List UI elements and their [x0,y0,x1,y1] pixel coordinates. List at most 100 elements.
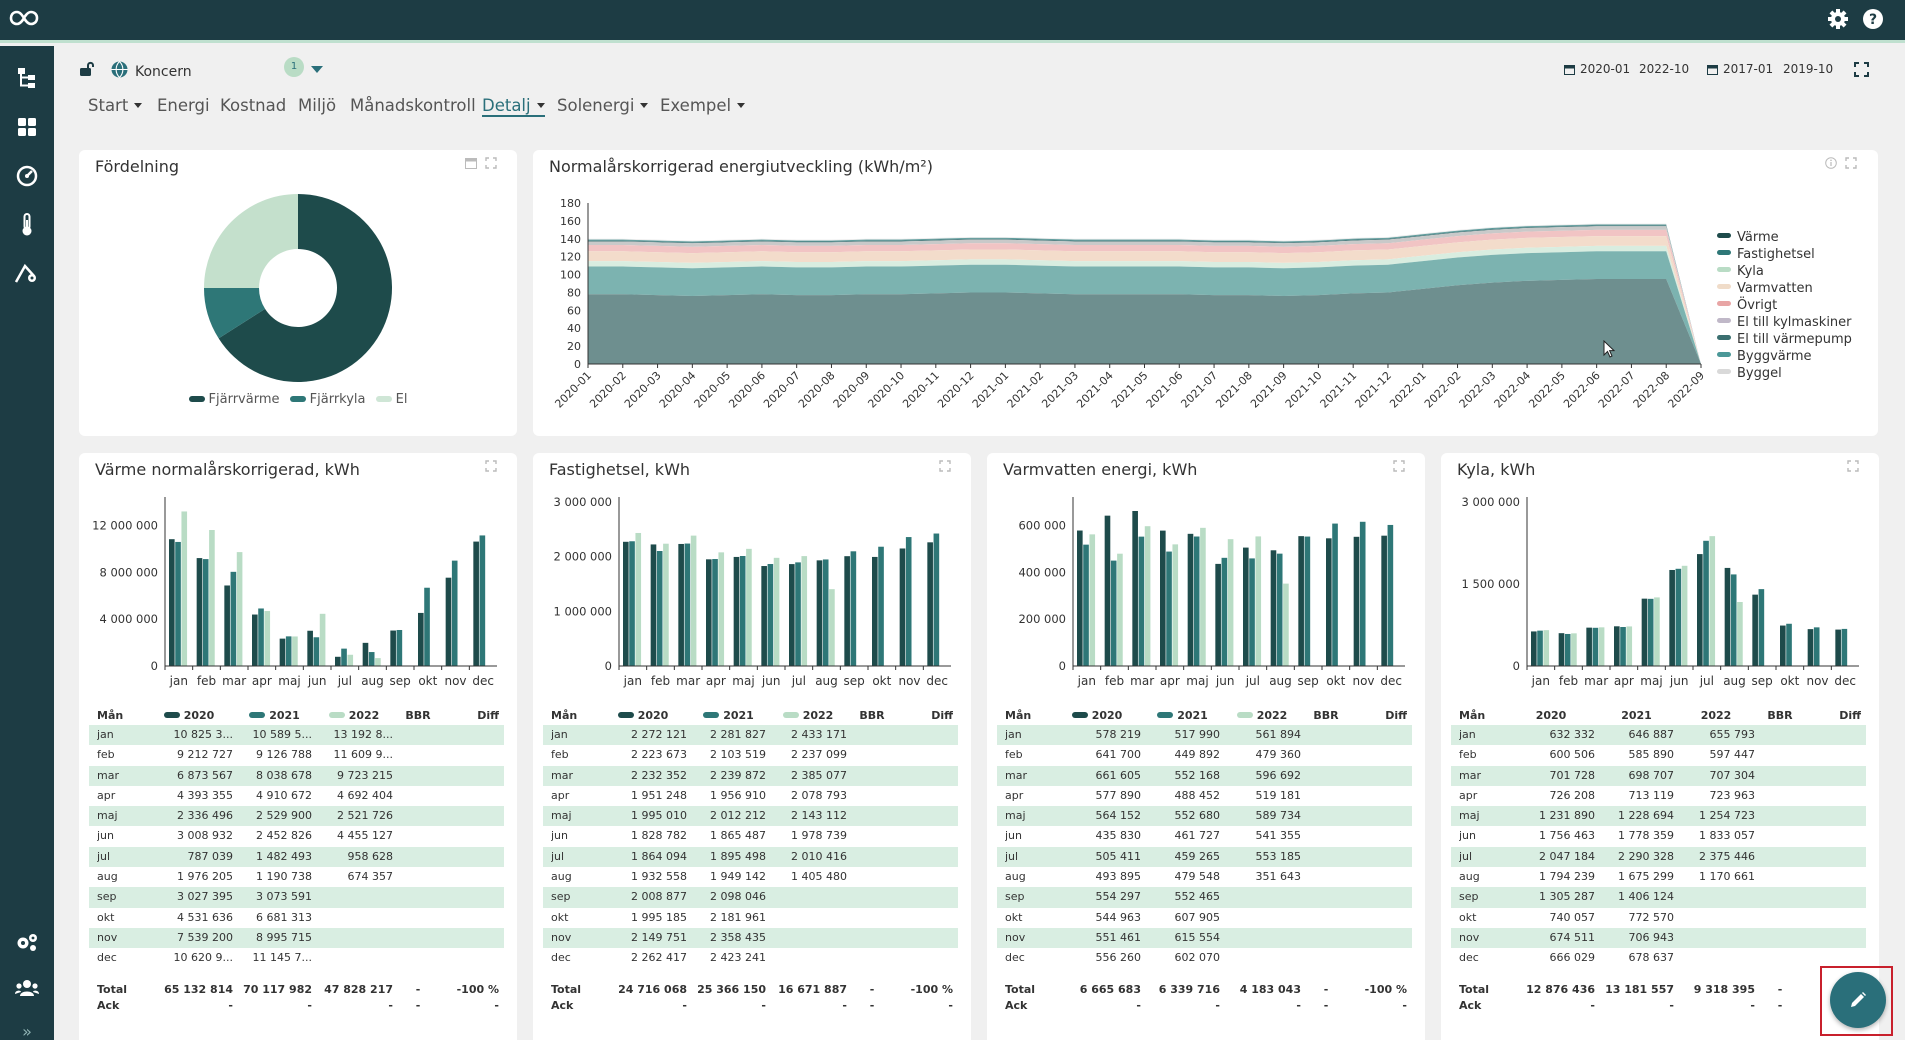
bar[interactable] [816,560,823,666]
bar[interactable] [279,638,286,666]
bar[interactable] [899,548,906,666]
thermometer-icon[interactable] [14,212,40,238]
gear-icon[interactable] [1827,8,1849,30]
bar[interactable] [347,654,354,666]
bar[interactable] [479,535,486,666]
bar[interactable] [1592,627,1599,666]
calendar-icon[interactable] [1707,64,1718,75]
column-header[interactable]: 2021 [237,709,312,722]
bar[interactable] [650,544,657,666]
bar[interactable] [1807,629,1814,666]
bar[interactable] [767,564,774,666]
bar[interactable] [1249,558,1255,666]
bar[interactable] [473,541,479,666]
bar[interactable] [1614,626,1620,666]
bar[interactable] [258,608,264,666]
bar[interactable] [1669,569,1675,666]
column-header[interactable]: 2022 [1677,709,1755,722]
bar[interactable] [1813,627,1820,666]
bar[interactable] [712,559,718,666]
bar[interactable] [733,556,740,666]
bar[interactable] [1381,535,1387,666]
notification-badge[interactable]: 1 [284,57,304,77]
bar[interactable] [196,558,203,666]
bar[interactable] [181,511,188,666]
unlock-icon[interactable] [79,61,95,77]
tab-miljo[interactable]: Miljö [298,96,336,115]
column-header[interactable]: BBR [1756,709,1804,722]
column-header[interactable]: 2021 [691,709,766,722]
compare-from[interactable]: 2017-01 [1723,62,1773,76]
bar[interactable] [1598,627,1605,666]
calendar-icon[interactable] [1564,64,1575,75]
bar[interactable] [1077,530,1083,666]
legend-label[interactable]: Övrigt [1737,296,1777,313]
bar[interactable] [1298,536,1304,666]
tab-manadskontroll[interactable]: Månadskontroll [350,96,476,115]
column-header[interactable]: 2022 [1223,709,1301,722]
bar[interactable] [1117,553,1123,666]
bar[interactable] [264,611,271,666]
bar[interactable] [872,556,878,666]
bar[interactable] [773,557,780,666]
bar[interactable] [1620,627,1626,666]
tab-exempel[interactable]: Exempel [660,96,746,115]
bar[interactable] [1654,597,1660,666]
bar[interactable] [1304,536,1311,666]
bar[interactable] [629,541,635,666]
bar[interactable] [927,542,933,666]
bar[interactable] [1104,515,1111,666]
bar[interactable] [623,541,629,666]
tree-icon[interactable] [14,65,40,91]
legend-item[interactable]: Fjärrkyla [289,392,366,407]
bar[interactable] [850,551,857,666]
bar[interactable] [1283,583,1289,666]
bar[interactable] [1681,565,1688,666]
column-header[interactable]: 2020 [1053,709,1141,722]
bar[interactable] [224,585,230,666]
bar[interactable] [209,529,215,666]
legend-label[interactable]: Byggel [1737,366,1782,381]
bar[interactable] [1083,544,1089,666]
bar[interactable] [1193,536,1200,666]
bar[interactable] [1758,589,1765,666]
bar[interactable] [1270,550,1277,666]
bar[interactable] [1110,560,1117,666]
bar[interactable] [801,556,808,666]
users-icon[interactable] [14,975,40,1001]
bar[interactable] [1558,633,1565,666]
bar[interactable] [285,636,292,666]
bar[interactable] [844,556,850,666]
bar[interactable] [1675,568,1682,666]
bar[interactable] [319,613,326,666]
bar[interactable] [1752,594,1758,666]
legend-label[interactable]: Kyla [1737,264,1764,279]
bar[interactable] [202,559,209,666]
bar[interactable] [1166,551,1172,666]
period-from[interactable]: 2020-01 [1580,62,1630,76]
bar[interactable] [1387,524,1394,666]
bar[interactable] [678,543,684,666]
column-header[interactable]: 2022 [769,709,847,722]
bar[interactable] [656,551,663,666]
tab-detalj[interactable]: Detalj [482,96,545,117]
bar[interactable] [1089,534,1096,666]
bar[interactable] [1780,625,1786,666]
bar[interactable] [663,543,669,666]
bar[interactable] [1160,530,1166,666]
bar[interactable] [390,630,396,666]
bar[interactable] [236,552,243,666]
bar[interactable] [690,535,697,666]
column-header[interactable]: BBR [394,709,442,722]
period-to[interactable]: 2022-10 [1639,62,1689,76]
bar[interactable] [878,546,884,666]
bar[interactable] [1586,627,1592,666]
tab-kostnad[interactable]: Kostnad [220,96,286,115]
legend-label[interactable]: Varmvatten [1737,281,1813,296]
bar[interactable] [1786,623,1792,666]
bar[interactable] [362,642,369,666]
bar[interactable] [635,532,642,666]
bar[interactable] [1647,598,1654,666]
bar[interactable] [1841,628,1848,666]
bar[interactable] [905,537,912,666]
